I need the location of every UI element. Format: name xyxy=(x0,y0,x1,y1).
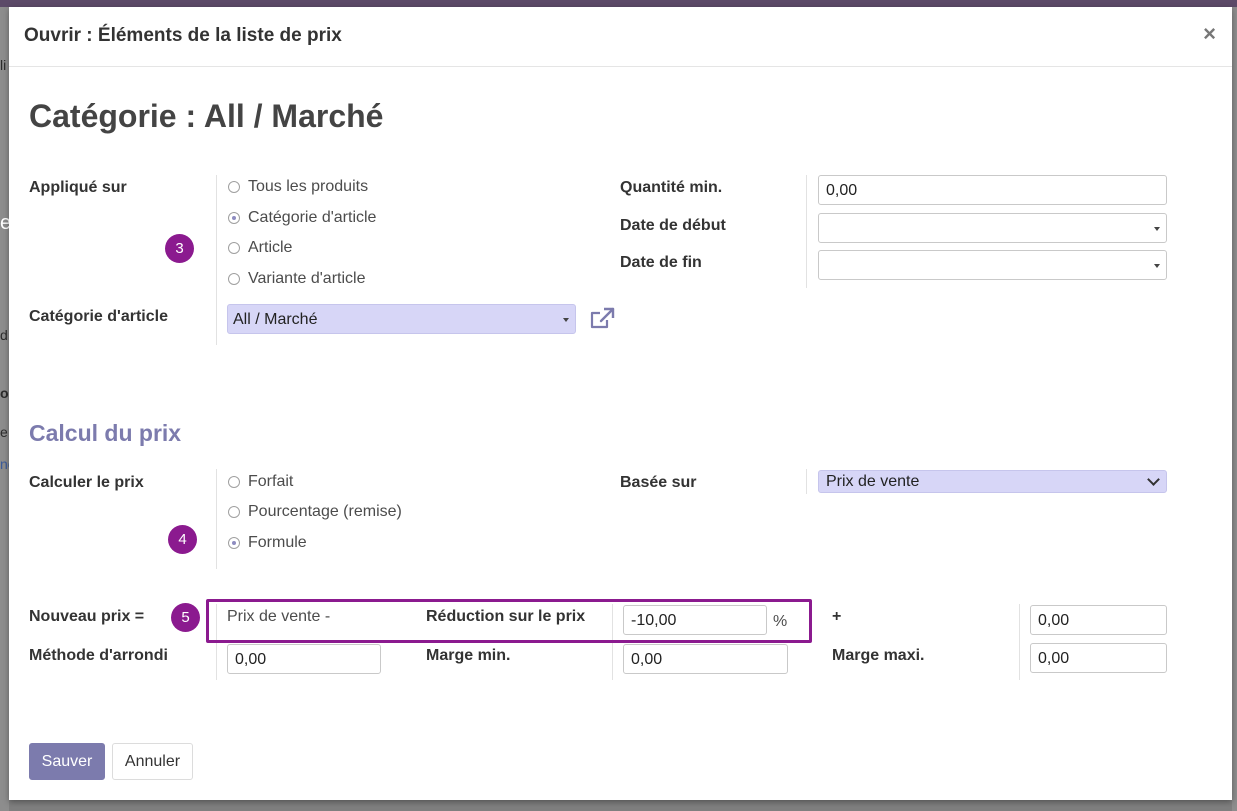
radio-product-category[interactable]: Catégorie d'article xyxy=(228,209,376,227)
dialog-title: Ouvrir : Éléments de la liste de prix xyxy=(24,25,342,46)
step-badge: 5 xyxy=(171,603,200,632)
radio-label: Pourcentage (remise) xyxy=(248,503,402,520)
radio-label: Catégorie d'article xyxy=(248,209,377,226)
date-end-label: Date de fin xyxy=(620,254,702,271)
radio-button[interactable] xyxy=(228,242,240,254)
based-on-value: Prix de vente xyxy=(826,473,920,490)
date-end-input[interactable] xyxy=(818,250,1167,280)
based-on-label: Basée sur xyxy=(620,474,697,491)
close-icon[interactable]: × xyxy=(1203,21,1216,47)
background-text: li xyxy=(0,57,7,73)
radio-button[interactable] xyxy=(228,273,240,285)
divider xyxy=(216,175,217,345)
date-start-label: Date de début xyxy=(620,217,726,234)
radio-percentage[interactable]: Pourcentage (remise) xyxy=(228,503,402,521)
max-margin-input[interactable]: 0,00 xyxy=(1030,643,1167,673)
applied-on-label: Appliqué sur xyxy=(29,179,127,196)
background-text: d xyxy=(0,327,8,343)
cancel-button[interactable]: Annuler xyxy=(112,743,193,780)
radio-label: Article xyxy=(248,239,293,256)
radio-fixed[interactable]: Forfait xyxy=(228,473,293,491)
chevron-down-icon xyxy=(1147,473,1160,486)
category-value: All / Marché xyxy=(233,311,318,328)
caret-down-icon xyxy=(1154,264,1160,268)
background-page-strip: li e d o e ne xyxy=(0,7,16,811)
step-badge: 3 xyxy=(165,234,194,263)
rounding-input[interactable]: 0,00 xyxy=(227,644,381,674)
min-margin-label: Marge min. xyxy=(426,647,511,664)
radio-label: Tous les produits xyxy=(248,178,369,195)
divider xyxy=(806,469,807,494)
radio-button[interactable] xyxy=(228,537,240,549)
background-text: o xyxy=(0,385,9,401)
radio-product[interactable]: Article xyxy=(228,239,292,257)
radio-button[interactable] xyxy=(228,506,240,518)
external-link-icon[interactable] xyxy=(589,307,616,331)
plus-label: + xyxy=(832,608,842,625)
caret-down-icon xyxy=(1154,227,1160,231)
step-badge: 4 xyxy=(168,525,197,554)
max-margin-label: Marge maxi. xyxy=(832,647,925,664)
formula-highlight-box xyxy=(206,599,812,643)
category-select[interactable]: All / Marché xyxy=(227,304,576,334)
radio-button[interactable] xyxy=(228,212,240,224)
app-topbar xyxy=(0,0,1237,7)
divider xyxy=(806,175,807,288)
radio-all-products[interactable]: Tous les produits xyxy=(228,178,368,196)
background-text: e xyxy=(0,424,8,440)
quantity-min-label: Quantité min. xyxy=(620,179,723,196)
category-label: Catégorie d'article xyxy=(29,308,168,325)
rounding-label: Méthode d'arrondi xyxy=(29,647,168,664)
date-start-input[interactable] xyxy=(818,213,1167,243)
radio-label: Variante d'article xyxy=(248,270,366,287)
compute-price-label: Calculer le prix xyxy=(29,474,144,491)
based-on-select[interactable]: Prix de vente xyxy=(818,470,1167,493)
radio-button[interactable] xyxy=(228,181,240,193)
background-page-strip xyxy=(1232,7,1237,811)
quantity-min-input[interactable]: 0,00 xyxy=(818,175,1167,205)
record-title: Catégorie : All / Marché xyxy=(29,98,384,134)
radio-product-variant[interactable]: Variante d'article xyxy=(228,270,365,288)
divider xyxy=(1019,604,1020,680)
min-margin-input[interactable]: 0,00 xyxy=(623,644,788,674)
radio-label: Formule xyxy=(248,534,307,551)
pricelist-item-dialog: Ouvrir : Éléments de la liste de prix × … xyxy=(9,7,1232,800)
surcharge-input[interactable]: 0,00 xyxy=(1030,605,1167,635)
new-price-label: Nouveau prix = xyxy=(29,608,145,625)
section-title: Calcul du prix xyxy=(29,420,182,446)
save-button[interactable]: Sauver xyxy=(29,743,105,780)
divider xyxy=(216,469,217,569)
dialog-header: Ouvrir : Éléments de la liste de prix × xyxy=(9,7,1232,67)
radio-button[interactable] xyxy=(228,476,240,488)
radio-formula[interactable]: Formule xyxy=(228,534,307,552)
caret-down-icon xyxy=(563,318,569,322)
radio-label: Forfait xyxy=(248,473,294,490)
